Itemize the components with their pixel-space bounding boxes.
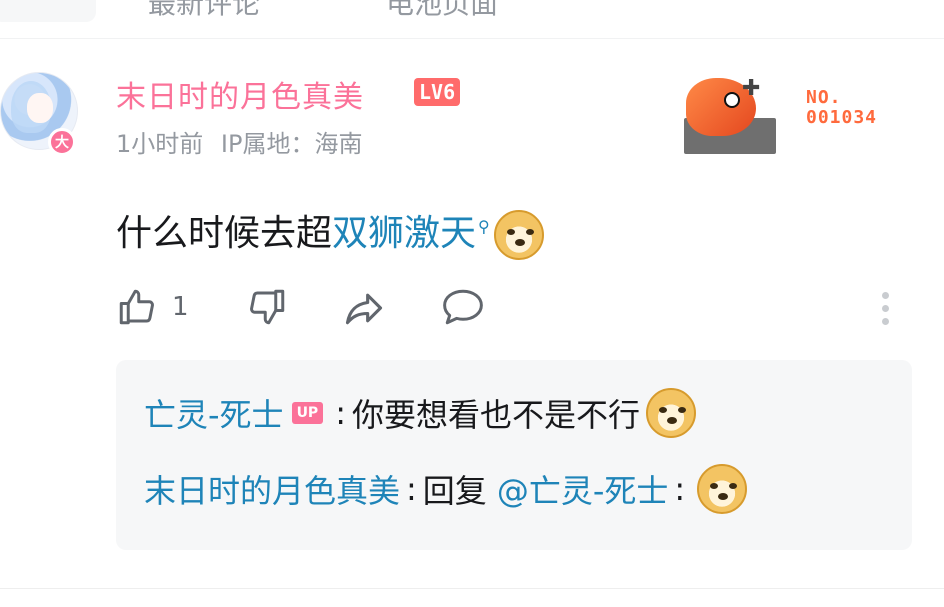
share-button[interactable] — [342, 286, 386, 330]
comment-icon — [443, 289, 483, 325]
reply-button[interactable] — [440, 286, 486, 328]
thumbs-down-icon — [250, 289, 285, 325]
fan-number: NO. 001034 — [806, 87, 878, 128]
thumbs-up-icon — [119, 289, 154, 325]
reply-item[interactable]: 亡灵-死士 UP : 你要想看也不是不行 — [144, 388, 696, 438]
doge-emoji-icon — [646, 388, 696, 438]
active-tab-pill[interactable] — [0, 0, 96, 22]
doge-emoji-icon — [697, 464, 748, 514]
vip-badge: 大 — [48, 128, 76, 156]
top-tab-strip: 最新评论 电池页面 — [0, 0, 944, 39]
reply-text: 你要想看也不是不行 — [351, 396, 640, 434]
more-vertical-icon[interactable] — [882, 292, 892, 331]
tab-latest[interactable]: 最新评论 — [148, 0, 260, 22]
reply-colon: : — [406, 470, 417, 508]
reply-colon: : — [335, 394, 346, 432]
dislike-button[interactable] — [246, 286, 288, 328]
content-text: 什么时候去超 — [116, 213, 333, 254]
ip-location: IP属地：海南 — [220, 130, 363, 158]
comment-time: 1小时前 — [116, 130, 204, 158]
reply-item[interactable]: 末日时的月色真美 : 回复 @亡灵-死士 : — [144, 464, 748, 514]
up-badge: UP — [291, 402, 324, 424]
eye-icon — [724, 92, 740, 108]
level-badge: LV6 — [414, 78, 461, 106]
share-icon — [345, 293, 383, 325]
tab-hot[interactable]: 电池页面 — [386, 0, 498, 22]
mention-link[interactable]: @亡灵-死士 — [497, 466, 669, 512]
like-button[interactable]: 1 — [116, 286, 189, 328]
username[interactable]: 末日时的月色真美 — [116, 72, 364, 116]
content-link[interactable]: 双狮激天 — [332, 213, 476, 254]
reply-username[interactable]: 末日时的月色真美 — [144, 466, 400, 512]
spark-icon: ✚ — [742, 76, 761, 101]
reply-username[interactable]: 亡灵-死士 — [144, 390, 284, 436]
doge-emoji-icon — [493, 210, 544, 260]
reply-box[interactable]: 亡灵-死士 UP : 你要想看也不是不行 末日时的月色真美 : 回复 @亡灵-死… — [116, 360, 912, 550]
reply-colon: : — [674, 470, 686, 508]
search-icon[interactable]: ⚲ — [478, 217, 490, 236]
comment-content: 什么时候去超双狮激天 ⚲ — [116, 204, 544, 260]
divider — [0, 588, 944, 589]
like-count: 1 — [172, 292, 189, 322]
comment-meta: 1小时前 IP属地：海南 — [116, 124, 362, 159]
reply-text: 回复 — [422, 472, 487, 510]
avatar-face — [27, 93, 53, 123]
fan-card[interactable]: ✚ — [684, 76, 776, 154]
comment-actions: 1 — [116, 286, 906, 334]
